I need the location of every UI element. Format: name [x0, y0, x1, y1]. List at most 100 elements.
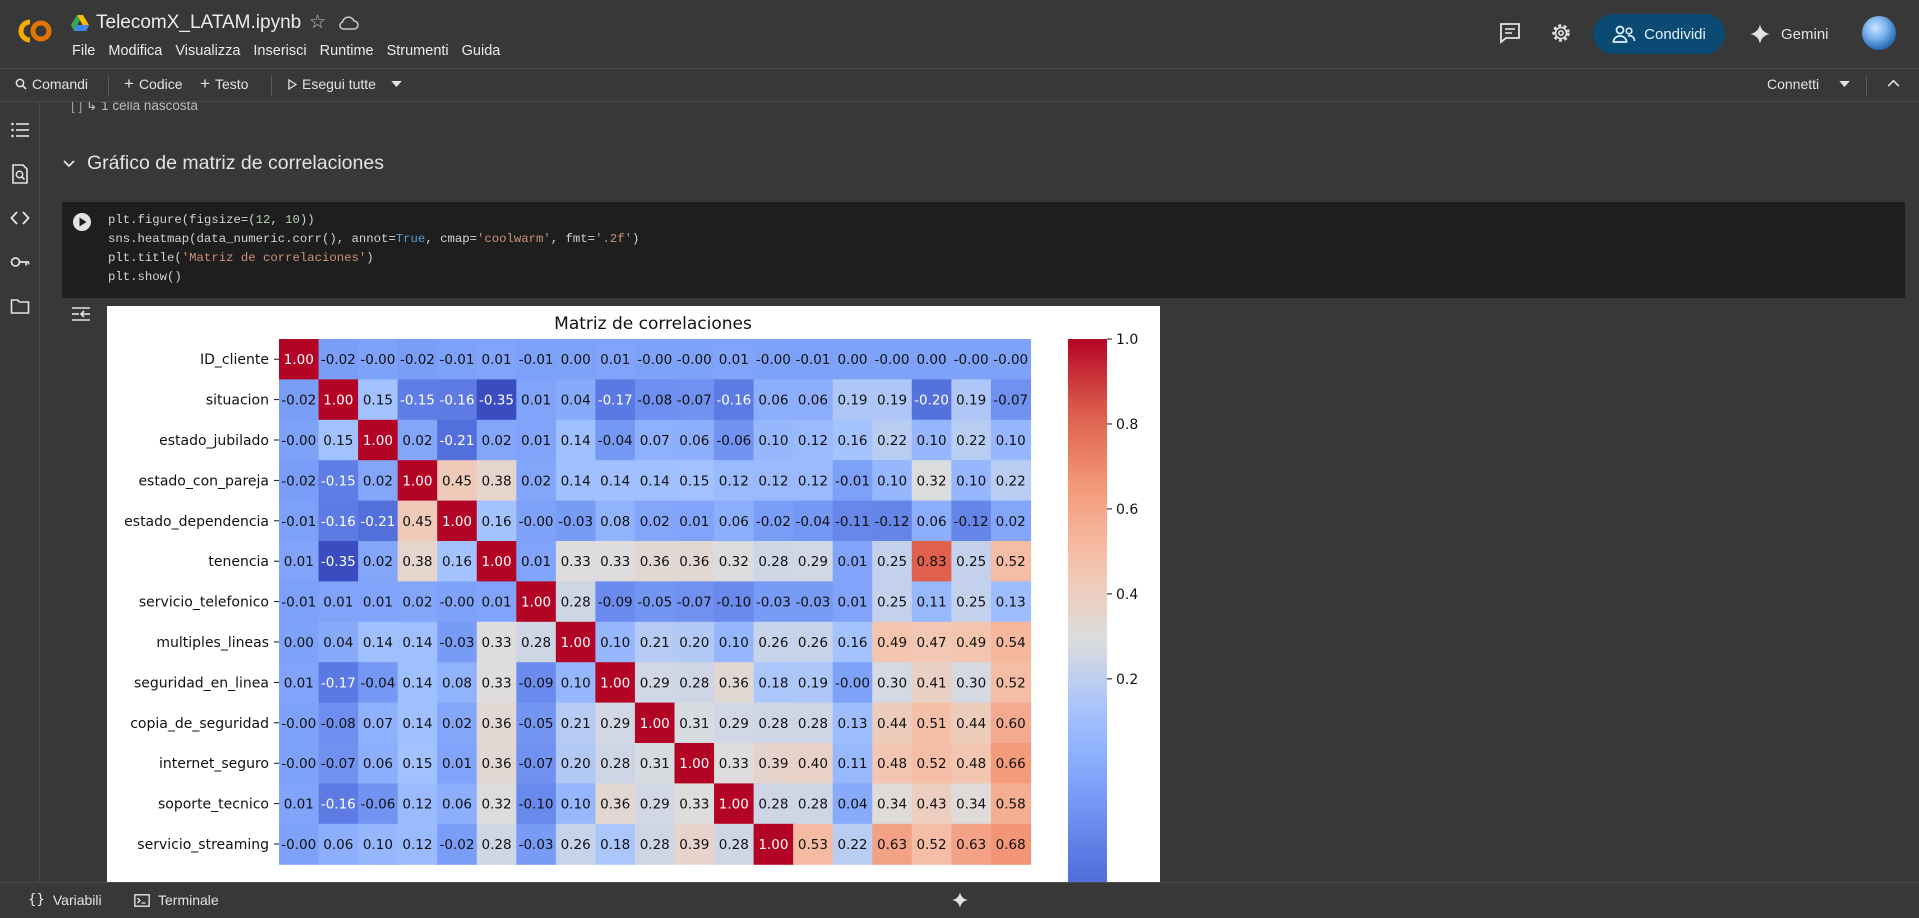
- connect-label: Connetti: [1767, 76, 1820, 92]
- menu-edit[interactable]: Modifica: [108, 43, 162, 59]
- connect-dropdown[interactable]: [1839, 81, 1850, 88]
- star-icon[interactable]: ☆: [309, 13, 326, 33]
- cell-value: 0.02: [402, 433, 432, 449]
- drive-icon[interactable]: [71, 15, 89, 31]
- find-replace-icon[interactable]: [10, 164, 30, 184]
- cell-value: 0.52: [996, 554, 1026, 570]
- cell-value: 0.30: [956, 675, 986, 691]
- cell-value: 0.22: [877, 433, 907, 449]
- cell-value: -0.10: [519, 797, 554, 813]
- cloud-saved-icon[interactable]: [337, 14, 359, 32]
- code-editor[interactable]: plt.figure(figsize=(12, 10)) sns.heatmap(…: [108, 211, 639, 287]
- colorbar-tick-label: 0.4: [1116, 587, 1138, 603]
- cell-value: 0.00: [837, 352, 867, 368]
- cell-value: -0.12: [954, 514, 989, 530]
- gear-icon[interactable]: [1548, 20, 1574, 46]
- cell-value: 0.51: [917, 716, 947, 732]
- menu-file[interactable]: File: [72, 43, 95, 59]
- menu-tools[interactable]: Strumenti: [387, 43, 449, 59]
- avatar[interactable]: [1862, 16, 1896, 50]
- cell-value: 0.11: [837, 756, 867, 772]
- menu-insert[interactable]: Inserisci: [253, 43, 306, 59]
- cell-value: 0.14: [402, 635, 432, 651]
- gemini-button[interactable]: Gemini: [1741, 14, 1851, 54]
- play-circle-icon: [73, 213, 91, 231]
- cell-value: 0.00: [284, 635, 314, 651]
- output-toggle-icon[interactable]: [71, 305, 91, 323]
- cell-value: -0.02: [281, 473, 316, 489]
- cell-value: 0.01: [837, 595, 867, 611]
- cell-value: 0.06: [442, 797, 472, 813]
- run-cell-button[interactable]: [72, 212, 92, 232]
- gemini-status-icon[interactable]: [951, 891, 969, 909]
- cell-value: 0.22: [996, 473, 1026, 489]
- cell-value: 0.33: [481, 635, 511, 651]
- cell-value: 0.07: [640, 433, 670, 449]
- code-cell[interactable]: plt.figure(figsize=(12, 10)) sns.heatmap(…: [62, 202, 1905, 298]
- cell-value: 0.15: [323, 433, 353, 449]
- cell-value: 0.47: [917, 635, 947, 651]
- cell-value: 0.34: [877, 797, 907, 813]
- colab-logo[interactable]: [14, 15, 56, 47]
- cell-value: 0.25: [877, 554, 907, 570]
- cell-value: 0.12: [758, 473, 788, 489]
- caret-down-icon: [1839, 81, 1850, 88]
- cell-value: 0.00: [561, 352, 591, 368]
- cell-value: -0.00: [677, 352, 712, 368]
- cell-value: -0.00: [835, 675, 870, 691]
- cell-value: 0.06: [719, 514, 749, 530]
- cell-value: 0.36: [679, 554, 709, 570]
- folder-icon[interactable]: [10, 296, 30, 316]
- cell-value: -0.01: [519, 352, 554, 368]
- search-icon: [15, 78, 27, 90]
- share-button[interactable]: Condividi: [1593, 14, 1725, 54]
- cell-value: -0.09: [519, 675, 554, 691]
- menu-help[interactable]: Guida: [462, 43, 501, 59]
- cell-value: -0.03: [558, 514, 593, 530]
- add-code-button[interactable]: + Codice: [124, 75, 183, 92]
- heatmap-chart: Matriz de correlaciones ID_cliente 1.00 -0.…: [124, 314, 1138, 882]
- cell-value: 0.02: [402, 595, 432, 611]
- add-text-button[interactable]: + Testo: [200, 75, 248, 92]
- cell-value: 0.10: [877, 473, 907, 489]
- status-bar: {} Variabili Terminale: [0, 882, 1919, 918]
- cell-value: 0.19: [956, 393, 986, 409]
- hidden-cells-indicator[interactable]: [ ] ↳ 1 cella nascosta: [71, 102, 198, 114]
- cell-value: 0.02: [521, 473, 551, 489]
- commands-button[interactable]: Comandi: [15, 76, 88, 92]
- row-label: ID_cliente: [200, 352, 269, 368]
- cell-value: 0.06: [363, 756, 393, 772]
- cell-value: 0.01: [600, 352, 630, 368]
- menu-view[interactable]: Visualizza: [175, 43, 240, 59]
- section-header: Gráfico de matriz de correlaciones: [63, 152, 384, 175]
- cell-value: -0.06: [716, 433, 751, 449]
- cell-value: 0.26: [561, 837, 591, 853]
- run-all-dropdown[interactable]: [391, 81, 402, 88]
- toolbar-divider: [108, 76, 109, 96]
- play-icon: [288, 78, 297, 90]
- row-label: estado_con_pareja: [138, 473, 269, 489]
- cell-value: 0.28: [561, 595, 591, 611]
- run-all-button[interactable]: Esegui tutte: [288, 76, 376, 92]
- notebook-title[interactable]: TelecomX_LATAM.ipynb: [96, 12, 301, 34]
- row-label: servicio_telefonico: [139, 595, 269, 611]
- cell-value: -0.04: [795, 514, 830, 530]
- variables-button[interactable]: {} Variabili: [28, 892, 102, 908]
- terminal-button[interactable]: Terminale: [134, 892, 219, 908]
- key-icon[interactable]: [10, 252, 30, 272]
- cell-value: 0.28: [798, 797, 828, 813]
- collapse-toolbar-button[interactable]: [1887, 79, 1900, 87]
- cell-value: 1.00: [323, 393, 353, 409]
- cell-value: 0.16: [837, 433, 867, 449]
- comment-icon[interactable]: [1497, 20, 1523, 46]
- cell-value: 0.06: [323, 837, 353, 853]
- connect-button[interactable]: Connetti: [1767, 76, 1819, 92]
- cell-value: -0.00: [519, 514, 554, 530]
- code-snippets-icon[interactable]: [10, 208, 30, 228]
- cell-value: 0.00: [917, 352, 947, 368]
- table-of-contents-icon[interactable]: [10, 120, 30, 140]
- cell-value: 1.00: [640, 716, 670, 732]
- menu-runtime[interactable]: Runtime: [320, 43, 374, 59]
- left-sidebar: [0, 102, 40, 882]
- chevron-down-icon[interactable]: [63, 159, 75, 168]
